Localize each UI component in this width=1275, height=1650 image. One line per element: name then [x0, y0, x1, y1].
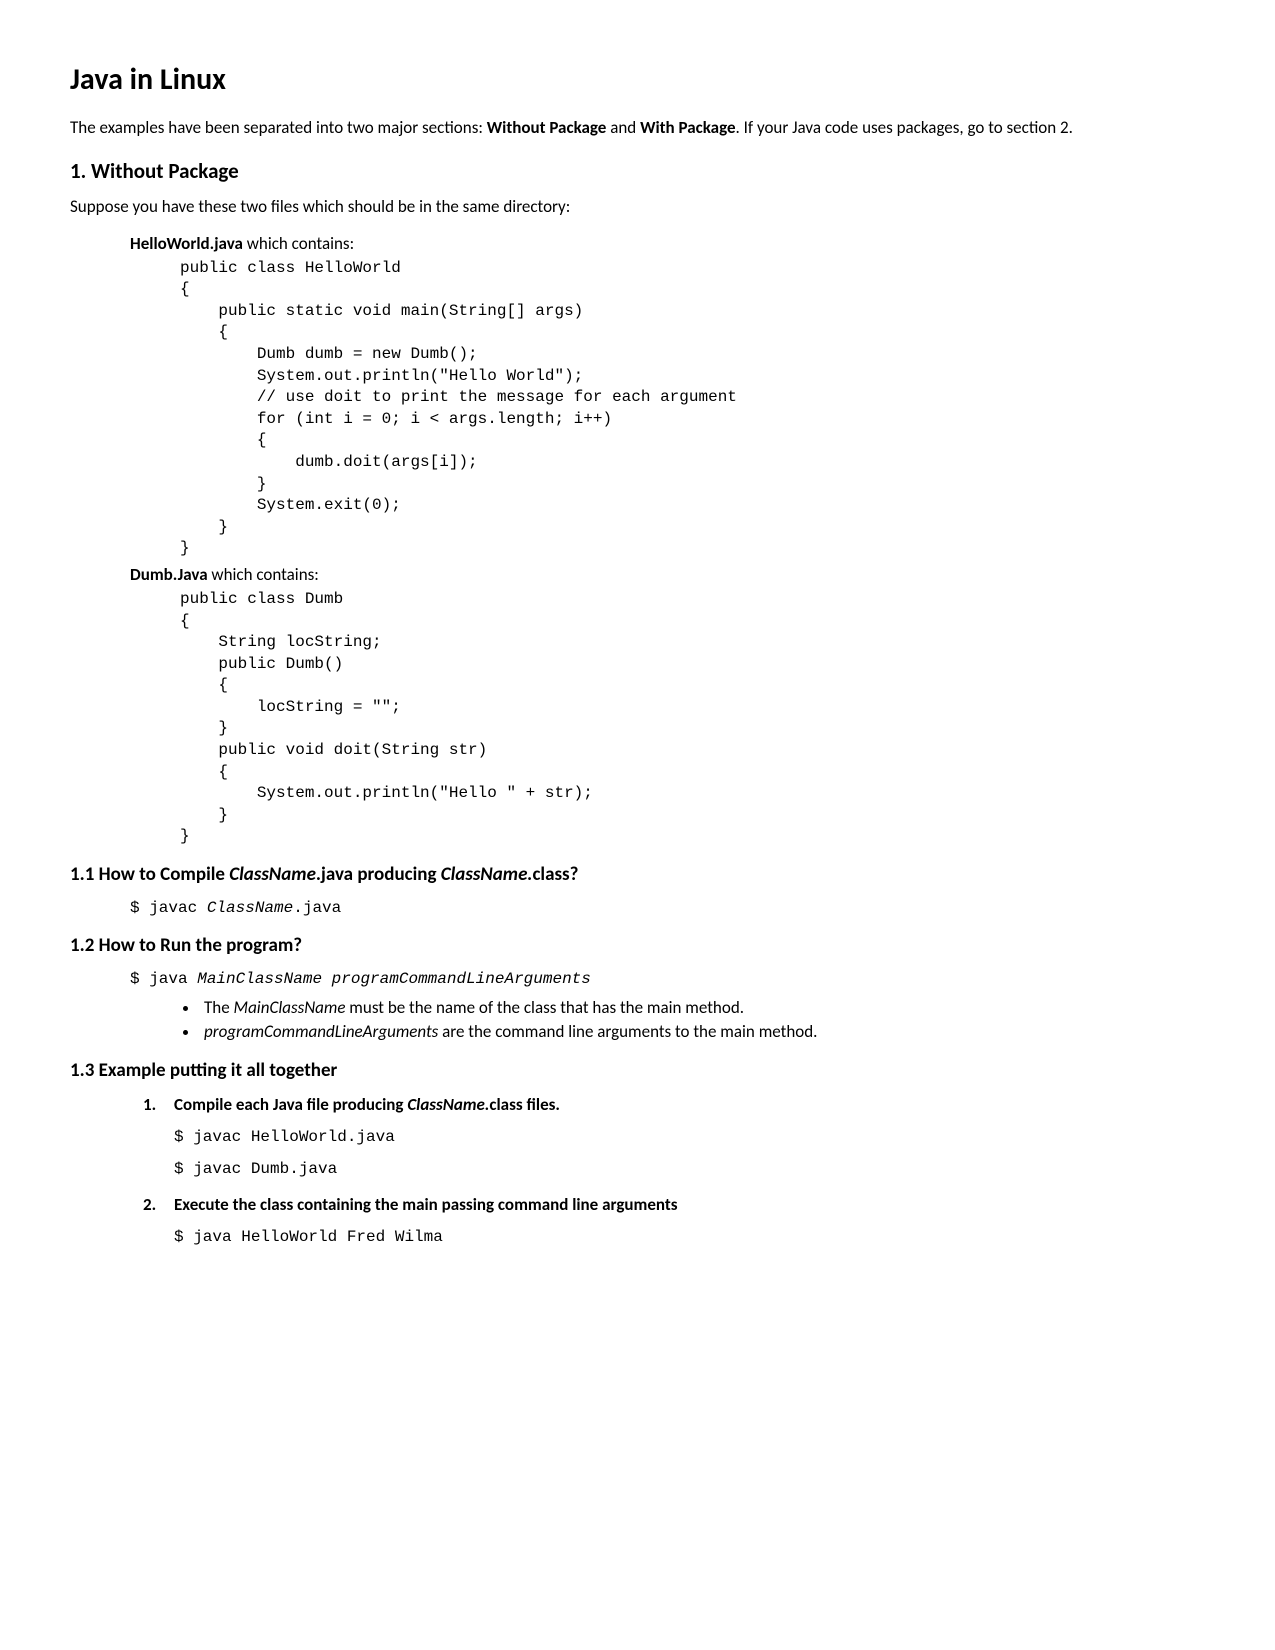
h11-it1: ClassName	[229, 863, 316, 886]
compile-command: $ javac ClassName.java	[130, 898, 1205, 920]
step2-cmd: $ java HelloWorld Fred Wilma	[174, 1227, 1205, 1249]
section-1-1-heading: 1.1 How to Compile ClassName.java produc…	[70, 862, 1205, 888]
run-note-1: The MainClassName must be the name of th…	[200, 997, 1205, 1020]
run-cmd-pre: $ java	[130, 970, 197, 988]
file-2-name: Dumb.Java	[130, 564, 208, 585]
note1-post: must be the name of the class that has t…	[345, 997, 744, 1018]
intro-bold-1: Without Package	[487, 117, 607, 138]
run-cmd-it: MainClassName programCommandLineArgument…	[197, 970, 591, 988]
run-command: $ java MainClassName programCommandLineA…	[130, 969, 1205, 991]
file-1-suffix: which contains:	[243, 233, 354, 254]
h11-pre: 1.1 How to Compile	[70, 863, 229, 886]
example-step-1: Compile each Java file producing ClassNa…	[160, 1094, 1205, 1180]
h11-mid: .java producing	[316, 863, 441, 886]
file-1-name: HelloWorld.java	[130, 233, 243, 254]
section-1-heading: 1. Without Package	[70, 157, 1205, 185]
section-1-3-heading: 1.3 Example putting it all together	[70, 1058, 1205, 1084]
run-notes-list: The MainClassName must be the name of th…	[70, 997, 1205, 1045]
intro-text-post: . If your Java code uses packages, go to…	[736, 117, 1073, 138]
page-title: Java in Linux	[70, 60, 1205, 101]
step2-text: Execute the class containing the main pa…	[174, 1194, 678, 1215]
intro-paragraph: The examples have been separated into tw…	[70, 117, 1205, 140]
file-2-label: Dumb.Java which contains:	[130, 564, 1205, 587]
section-1-intro: Suppose you have these two files which s…	[70, 196, 1205, 219]
file-1-label: HelloWorld.java which contains:	[130, 233, 1205, 256]
step1-post: class files.	[489, 1094, 560, 1115]
h11-it2: ClassName.	[441, 863, 533, 886]
code-block-dumb: public class Dumb { String locString; pu…	[180, 589, 1205, 848]
intro-text-pre: The examples have been separated into tw…	[70, 117, 487, 138]
run-note-2: programCommandLineArguments are the comm…	[200, 1021, 1205, 1044]
step1-cmd-1: $ javac HelloWorld.java	[174, 1127, 1205, 1149]
note1-it: MainClassName	[234, 997, 346, 1018]
h11-post: class?	[532, 863, 578, 886]
compile-cmd-post: .java	[293, 899, 341, 917]
note1-pre: The	[204, 997, 234, 1018]
intro-bold-2: With Package	[640, 117, 735, 138]
step1-it: ClassName.	[407, 1094, 489, 1115]
note2-it: programCommandLineArguments	[204, 1021, 438, 1042]
intro-text-mid: and	[606, 117, 640, 138]
compile-cmd-pre: $ javac	[130, 899, 207, 917]
example-steps: Compile each Java file producing ClassNa…	[70, 1094, 1205, 1249]
section-1-2-heading: 1.2 How to Run the program?	[70, 933, 1205, 959]
step1-pre: Compile each Java file producing	[174, 1094, 407, 1115]
example-step-2: Execute the class containing the main pa…	[160, 1194, 1205, 1249]
step1-cmd-2: $ javac Dumb.java	[174, 1159, 1205, 1181]
code-block-helloworld: public class HelloWorld { public static …	[180, 258, 1205, 560]
compile-cmd-it: ClassName	[207, 899, 293, 917]
file-2-suffix: which contains:	[208, 564, 319, 585]
note2-post: are the command line arguments to the ma…	[438, 1021, 817, 1042]
